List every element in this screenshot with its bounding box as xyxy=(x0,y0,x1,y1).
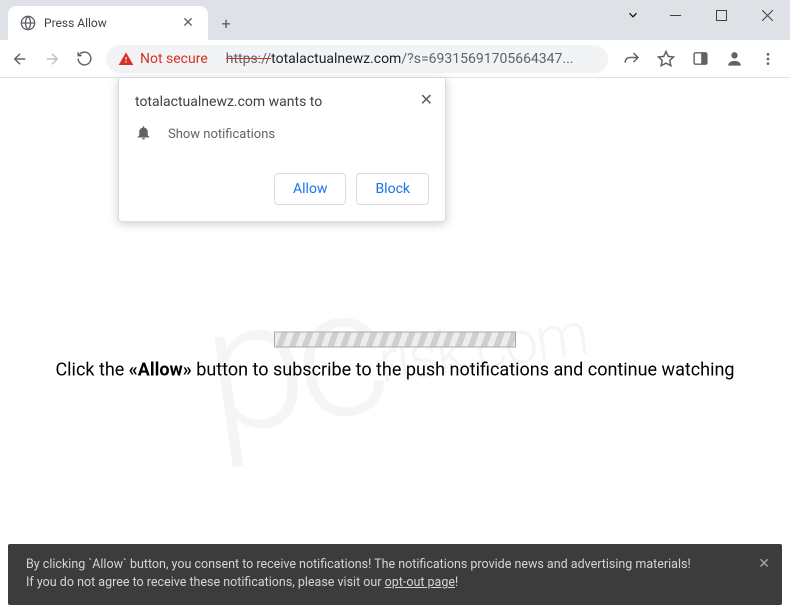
window-controls xyxy=(614,0,790,40)
toolbar: Not secure https://totalactualnewz.com/?… xyxy=(0,40,790,78)
close-window-button[interactable] xyxy=(744,0,790,30)
title-bar: Press Allow ✕ + xyxy=(0,0,790,40)
close-icon[interactable]: ✕ xyxy=(758,554,770,575)
close-icon[interactable]: ✕ xyxy=(180,15,196,31)
not-secure-chip[interactable]: Not secure xyxy=(110,45,218,73)
progress-bar xyxy=(274,332,516,348)
permission-body: Show notifications xyxy=(168,127,275,142)
consent-bar: ✕ By clicking `Allow` button, you consen… xyxy=(8,544,782,606)
menu-icon[interactable] xyxy=(752,45,784,73)
address-bar[interactable]: Not secure https://totalactualnewz.com/?… xyxy=(106,45,608,73)
consent-line1: By clicking `Allow` button, you consent … xyxy=(26,556,742,575)
globe-icon xyxy=(20,15,36,31)
bookmark-icon[interactable] xyxy=(650,45,682,73)
content-area: pcrisk.com ✕ totalactualnewz.com wants t… xyxy=(0,78,790,613)
reload-button[interactable] xyxy=(70,45,98,73)
permission-prompt: ✕ totalactualnewz.com wants to Show noti… xyxy=(118,78,446,222)
page-content: Click the «Allow» button to subscribe to… xyxy=(0,332,790,381)
chevron-down-icon[interactable] xyxy=(614,0,652,30)
bell-icon xyxy=(135,124,152,145)
tab-title: Press Allow xyxy=(44,16,172,30)
side-panel-icon[interactable] xyxy=(684,45,716,73)
close-icon[interactable]: ✕ xyxy=(420,90,433,109)
new-tab-button[interactable]: + xyxy=(212,9,240,37)
back-button[interactable] xyxy=(6,45,34,73)
maximize-button[interactable] xyxy=(698,0,744,30)
share-icon[interactable] xyxy=(616,45,648,73)
profile-icon[interactable] xyxy=(718,45,750,73)
warning-icon xyxy=(118,51,134,67)
forward-button[interactable] xyxy=(38,45,66,73)
allow-button[interactable]: Allow xyxy=(274,173,346,205)
page-instruction: Click the «Allow» button to subscribe to… xyxy=(0,360,790,381)
opt-out-link[interactable]: opt-out page xyxy=(385,575,455,590)
browser-tab[interactable]: Press Allow ✕ xyxy=(8,6,208,40)
permission-origin: totalactualnewz.com wants to xyxy=(135,94,429,110)
block-button[interactable]: Block xyxy=(356,173,429,205)
consent-line2: If you do not agree to receive these not… xyxy=(26,574,742,593)
url-text: https://totalactualnewz.com/?s=693156917… xyxy=(226,51,604,67)
not-secure-label: Not secure xyxy=(140,51,208,67)
minimize-button[interactable] xyxy=(652,0,698,30)
